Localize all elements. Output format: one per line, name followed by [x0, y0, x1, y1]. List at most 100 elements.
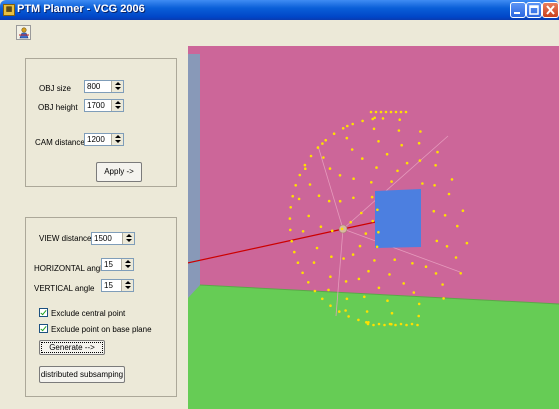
camera-point: [367, 269, 370, 273]
obj-height-spin-icon[interactable]: [111, 100, 123, 111]
toolbar: [0, 20, 559, 47]
camera-point: [398, 118, 401, 121]
cam-distance-input[interactable]: 1200: [84, 133, 124, 146]
camera-point: [294, 184, 297, 187]
window-title: PTM Planner - VCG 2006: [17, 3, 145, 15]
camera-point: [388, 322, 392, 326]
horizontal-angle-spin-icon[interactable]: [121, 259, 133, 270]
camera-point: [369, 110, 373, 114]
obj-size-spin-icon[interactable]: [111, 81, 123, 92]
view-distance-input[interactable]: 1500: [91, 232, 135, 245]
close-button[interactable]: [542, 2, 559, 18]
camera-point: [371, 117, 374, 121]
camera-point: [441, 283, 444, 286]
toolbar-button[interactable]: [16, 25, 31, 40]
camera-point: [357, 318, 360, 322]
view-distance-label: VIEW distance: [39, 234, 92, 243]
distributed-subsampling-button[interactable]: distributed subsamping: [39, 366, 125, 383]
camera-point: [418, 159, 422, 162]
camera-point: [366, 322, 370, 326]
camera-point: [293, 250, 296, 254]
camera-point: [434, 164, 437, 167]
camera-point: [289, 206, 292, 209]
camera-point: [388, 273, 391, 276]
camera-point: [324, 138, 327, 142]
camera-point: [442, 297, 445, 300]
camera-point: [349, 220, 352, 224]
3d-viewport[interactable]: [188, 46, 559, 409]
exclude-base-checkbox[interactable]: [39, 324, 48, 333]
camera-point: [397, 129, 401, 132]
camera-point: [377, 230, 380, 234]
camera-point: [307, 281, 310, 284]
camera-point: [390, 311, 394, 315]
camera-point: [376, 208, 379, 212]
camera-point: [361, 157, 364, 160]
exclude-base-label[interactable]: Exclude point on base plane: [51, 325, 152, 334]
camera-point: [400, 143, 403, 147]
camera-point: [370, 181, 373, 184]
maximize-button[interactable]: [526, 2, 542, 18]
camera-point: [417, 141, 421, 145]
vertical-angle-input[interactable]: 15: [101, 279, 134, 292]
control-panel: OBJ size 800 OBJ height 1700 CAM distanc…: [0, 46, 189, 409]
view-distance-spin-icon[interactable]: [122, 233, 134, 244]
camera-point: [435, 239, 439, 243]
exclude-central-checkbox[interactable]: [39, 308, 48, 317]
camera-point: [416, 323, 419, 327]
horizontal-angle-input[interactable]: 15: [101, 258, 134, 271]
camera-point: [394, 110, 398, 114]
camera-point: [371, 219, 374, 223]
camera-point: [393, 258, 396, 261]
camera-point: [340, 227, 344, 231]
exclude-central-label[interactable]: Exclude central point: [51, 309, 125, 318]
camera-point: [410, 322, 414, 326]
camera-point: [308, 183, 312, 186]
cam-distance-spin-icon[interactable]: [111, 134, 123, 145]
camera-point: [332, 132, 336, 135]
obj-size-input[interactable]: 800: [84, 80, 124, 93]
view-distance-value: 1500: [94, 234, 112, 243]
camera-point: [447, 192, 451, 196]
camera-point: [424, 265, 428, 268]
camera-point: [360, 211, 363, 215]
camera-point: [351, 253, 355, 256]
camera-point: [434, 272, 438, 275]
camera-point: [372, 323, 375, 327]
generate-button[interactable]: Generate -->: [39, 340, 105, 355]
horizontal-angle-value: 15: [104, 260, 113, 269]
camera-point: [381, 117, 385, 120]
camera-point: [345, 136, 349, 140]
camera-point: [361, 119, 364, 123]
camera-point: [465, 241, 469, 245]
minimize-button[interactable]: [510, 2, 526, 18]
camera-point: [338, 310, 341, 313]
camera-point: [396, 169, 399, 173]
camera-point: [445, 245, 449, 248]
camera-point: [342, 257, 345, 260]
camera-point: [383, 323, 386, 327]
camera-point: [433, 184, 436, 187]
vertical-angle-spin-icon[interactable]: [121, 280, 133, 291]
object-settings-group: OBJ size 800 OBJ height 1700 CAM distanc…: [25, 58, 177, 187]
camera-point: [386, 299, 389, 302]
camera-point: [303, 163, 307, 167]
obj-height-input[interactable]: 1700: [84, 99, 124, 112]
camera-point: [385, 152, 389, 156]
camera-point: [321, 142, 324, 145]
camera-point: [297, 197, 301, 201]
camera-point: [421, 182, 424, 185]
maximize-icon: [529, 5, 539, 15]
camera-point: [346, 124, 349, 128]
apply-button[interactable]: Apply ->: [96, 162, 142, 182]
camera-point: [301, 271, 304, 275]
camera-point: [338, 199, 342, 203]
camera-point: [327, 288, 330, 292]
camera-point: [329, 304, 332, 308]
title-bar: ▦ PTM Planner - VCG 2006: [0, 0, 559, 20]
3d-scene[interactable]: [188, 46, 559, 409]
camera-point: [347, 315, 350, 318]
camera-point: [312, 261, 316, 264]
camera-point: [338, 174, 342, 177]
camera-point: [411, 262, 414, 265]
